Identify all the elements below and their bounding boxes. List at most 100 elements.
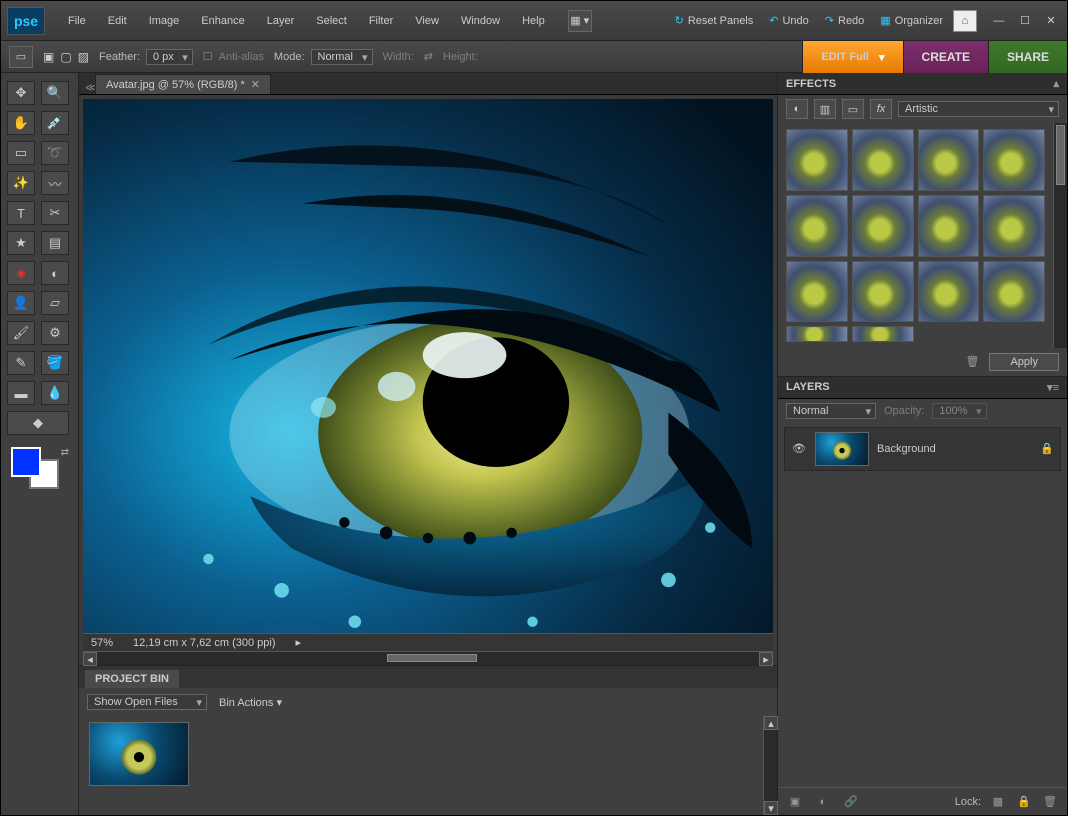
home-button[interactable]: ⌂ [953,10,977,32]
menu-view[interactable]: View [406,9,448,33]
effect-thumb[interactable] [852,326,914,341]
foreground-color[interactable] [11,447,41,477]
selection-new-icon[interactable]: ▭ [9,46,33,68]
project-bin-show-select[interactable]: Show Open Files [87,694,207,710]
lock-all-icon[interactable]: 🔒 [1015,793,1033,811]
organizer-button[interactable]: ▦ Organizer [874,14,949,27]
effects-all-icon[interactable]: fx [870,99,892,119]
effects-category-select[interactable]: Artistic [898,101,1059,117]
lock-pixels-icon[interactable]: ▩ [989,793,1007,811]
undo-button[interactable]: ↶ Undo [763,14,815,27]
arrange-documents-button[interactable]: ▦▾ [568,10,592,32]
menu-image[interactable]: Image [140,9,189,33]
effect-thumb[interactable] [786,129,848,191]
tool-eraser[interactable]: ▱ [41,291,69,315]
reset-panels-button[interactable]: ↻ Reset Panels [669,14,760,27]
tool-crop[interactable]: ✂ [41,201,69,225]
menu-file[interactable]: File [59,9,95,33]
tool-blur[interactable]: 💧 [41,381,69,405]
menu-layer[interactable]: Layer [258,9,304,33]
tab-share[interactable]: SHARE [988,41,1067,73]
tool-sponge[interactable]: ◆ [7,411,69,435]
scroll-down-icon[interactable]: ▾ [764,801,778,815]
tab-create[interactable]: CREATE [903,41,988,73]
project-bin-thumb[interactable] [89,722,189,786]
menu-edit[interactable]: Edit [99,9,136,33]
tool-zoom[interactable]: 🔍 [41,81,69,105]
tool-quick-select[interactable]: 〰 [41,171,69,195]
effect-thumb[interactable] [852,195,914,257]
tool-bucket[interactable]: 🪣 [41,351,69,375]
layer-name[interactable]: Background [877,443,936,455]
sel-sub-icon[interactable]: ▢ [60,50,71,64]
tool-redeye[interactable]: ◉ [7,261,35,285]
tab-edit[interactable]: EDIT Full ▾ [802,41,902,73]
trash-icon[interactable]: 🗑 [966,355,980,368]
tool-cookie-cutter[interactable]: ★ [7,231,35,255]
tool-hand[interactable]: ✋ [7,111,35,135]
effect-thumb[interactable] [786,195,848,257]
tool-gradient[interactable]: ▬ [7,381,35,405]
antialias-checkbox[interactable]: ☐ [203,50,213,63]
tool-marquee[interactable]: ▭ [7,141,35,165]
color-swatch[interactable]: ⇄ [7,447,69,487]
feather-input[interactable]: 0 px [146,49,193,65]
project-bin-vscroll[interactable]: ▴ ▾ [763,716,777,815]
panel-menu-icon[interactable]: ▾≡ [1047,381,1059,394]
scroll-left-icon[interactable]: ◂ [83,652,97,666]
effect-thumb[interactable] [918,195,980,257]
project-bin-tab[interactable]: PROJECT BIN [85,670,179,688]
status-menu-icon[interactable]: ▸ [296,636,302,649]
effect-thumb[interactable] [983,129,1045,191]
effects-styles-icon[interactable]: ▥ [814,99,836,119]
canvas[interactable] [83,99,773,633]
effect-thumb[interactable] [786,326,848,341]
blend-mode-select[interactable]: Normal [786,403,876,419]
effect-thumb[interactable] [852,129,914,191]
menu-filter[interactable]: Filter [360,9,402,33]
menu-select[interactable]: Select [307,9,356,33]
tool-eyedropper[interactable]: 💉 [41,111,69,135]
adjustment-layer-icon[interactable]: ◐ [814,793,832,811]
tool-pencil[interactable]: ✎ [7,351,35,375]
effects-filters-icon[interactable]: ◐ [786,99,808,119]
opacity-input[interactable]: 100% [932,403,986,419]
delete-layer-icon[interactable]: 🗑 [1041,793,1059,811]
sel-int-icon[interactable]: ▨ [78,50,89,64]
effect-thumb[interactable] [983,261,1045,323]
effect-thumb[interactable] [918,129,980,191]
effect-thumb[interactable] [918,261,980,323]
document-tab[interactable]: Avatar.jpg @ 57% (RGB/8) * ✕ [95,74,271,94]
tool-lasso[interactable]: ➰ [41,141,69,165]
layer-thumbnail[interactable] [815,432,869,466]
scroll-thumb[interactable] [387,654,477,662]
bin-actions-menu[interactable]: Bin Actions ▾ [219,696,282,709]
sel-add-icon[interactable]: ▣ [43,50,54,64]
tool-spot-heal[interactable]: ◐ [41,261,69,285]
tool-smart-brush[interactable]: ⚙ [41,321,69,345]
tool-move[interactable]: ✥ [7,81,35,105]
effects-photo-icon[interactable]: ▭ [842,99,864,119]
layer-visibility-icon[interactable]: 👁 [791,442,807,455]
menu-enhance[interactable]: Enhance [192,9,253,33]
tool-clone-stamp[interactable]: 👤 [7,291,35,315]
effect-thumb[interactable] [786,261,848,323]
panel-collapse-icon[interactable]: ▴ [1053,77,1059,90]
mode-select[interactable]: Normal [311,49,373,65]
tool-type[interactable]: T [7,201,35,225]
close-window-button[interactable]: ✕ [1041,14,1061,28]
menu-help[interactable]: Help [513,9,554,33]
scroll-right-icon[interactable]: ▸ [759,652,773,666]
close-tab-icon[interactable]: ✕ [251,78,260,91]
link-layers-icon[interactable]: 🔗 [842,793,860,811]
redo-button[interactable]: ↷ Redo [819,14,871,27]
tool-magic-wand[interactable]: ✨ [7,171,35,195]
layer-row[interactable]: 👁 Background 🔒 [784,427,1061,471]
tabs-scroll-left-icon[interactable]: ≪ [85,81,95,94]
effects-apply-button[interactable]: Apply [989,353,1059,371]
minimize-button[interactable]: — [989,14,1009,28]
new-layer-icon[interactable]: ▣ [786,793,804,811]
scroll-up-icon[interactable]: ▴ [764,716,778,730]
tool-brush[interactable]: 🖌 [7,321,35,345]
effect-thumb[interactable] [852,261,914,323]
